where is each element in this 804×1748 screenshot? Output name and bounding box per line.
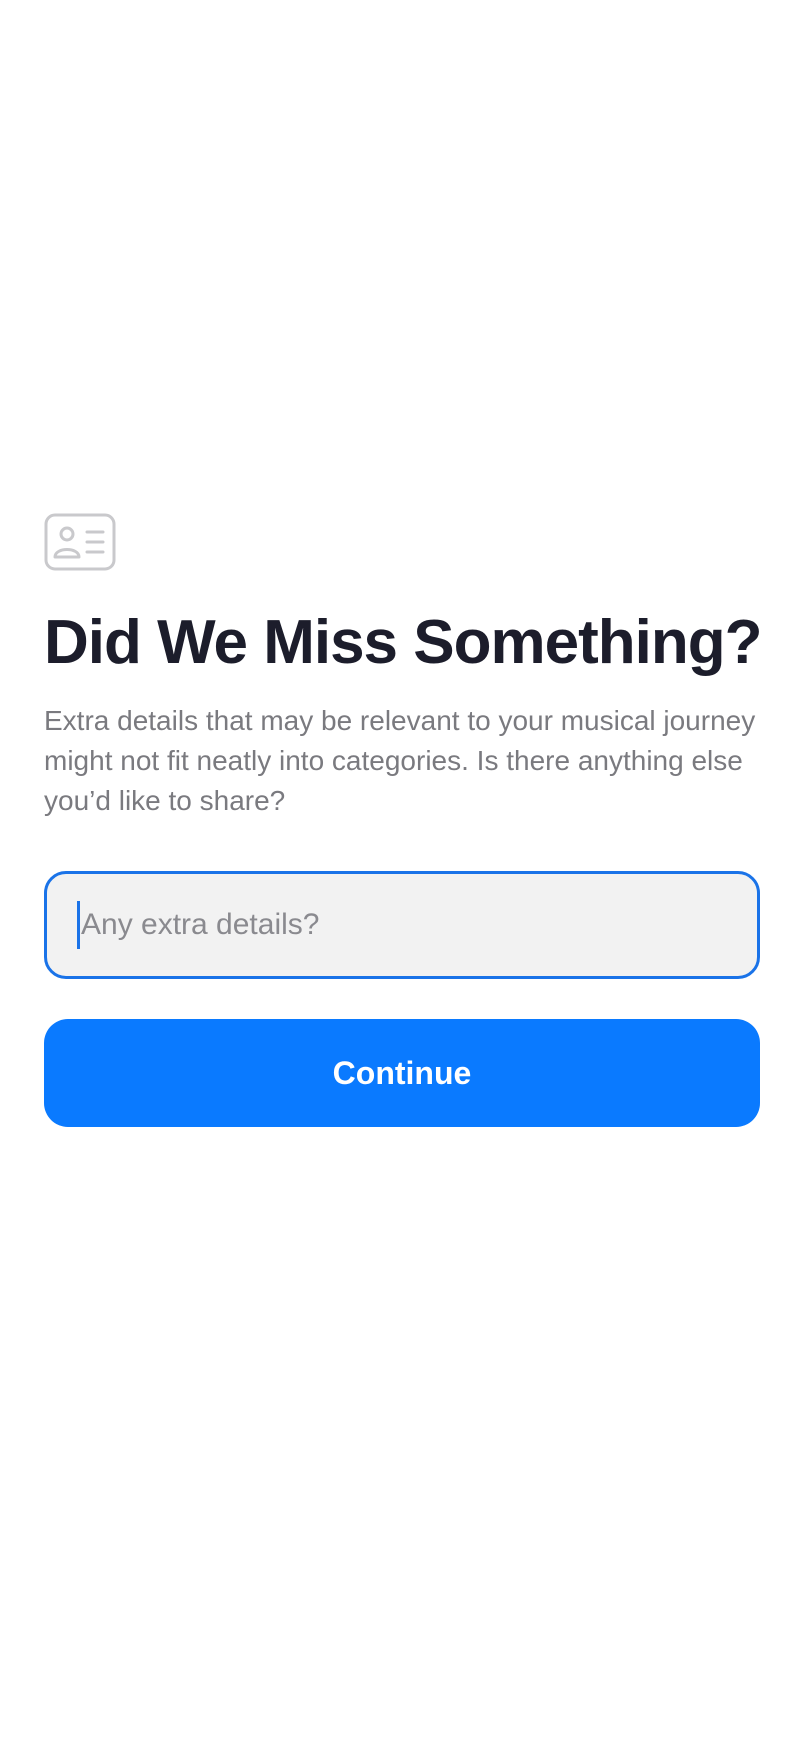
page-description: Extra details that may be relevant to yo…	[44, 705, 756, 816]
continue-button[interactable]: Continue	[44, 1019, 760, 1127]
extra-details-field[interactable]	[44, 871, 760, 979]
page-title: Did We Miss Something?	[44, 608, 762, 677]
contact-card-icon	[44, 513, 116, 571]
extra-details-input[interactable]	[81, 908, 727, 942]
extra-details-screen: Did We Miss Something? Extra details tha…	[44, 513, 762, 1127]
text-cursor	[77, 901, 80, 949]
